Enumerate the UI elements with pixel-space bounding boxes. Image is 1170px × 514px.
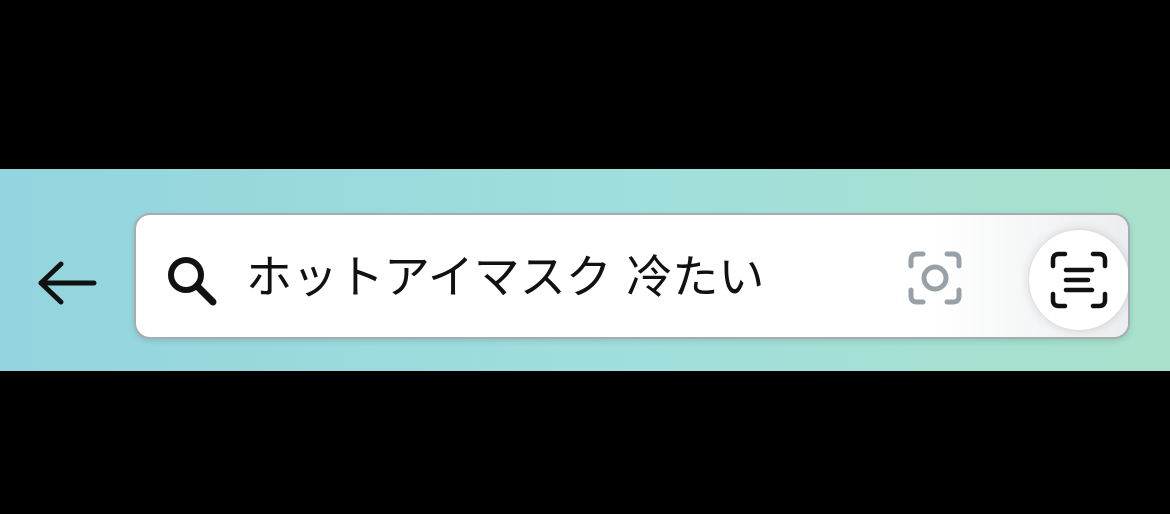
text-scan-icon	[1050, 251, 1108, 309]
camera-search-button[interactable]	[902, 245, 968, 311]
search-header	[0, 169, 1170, 371]
camera-lens-icon	[908, 251, 962, 305]
screen	[0, 0, 1170, 514]
arrow-left-icon	[38, 261, 97, 305]
search-icon	[168, 257, 217, 306]
back-button[interactable]	[28, 245, 106, 321]
search-field[interactable]	[134, 213, 1130, 339]
search-input[interactable]	[246, 243, 866, 311]
text-scan-button[interactable]	[1028, 229, 1128, 331]
